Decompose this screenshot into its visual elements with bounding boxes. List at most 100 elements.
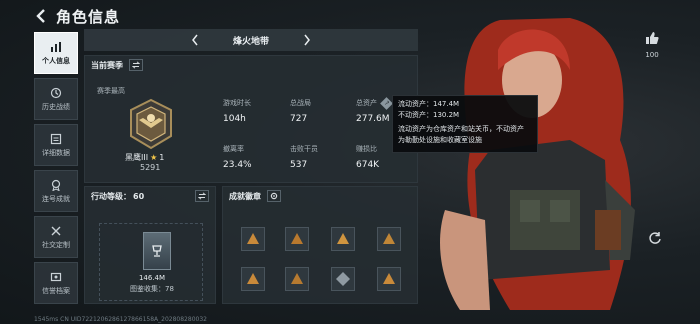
stat-label: 游戏时长: [223, 99, 251, 107]
badge-triangle-icon: [383, 273, 395, 284]
season-title: 当前赛季: [91, 60, 123, 70]
map-selector: 烽火地带: [84, 29, 418, 51]
page-title: 角色信息: [56, 7, 121, 26]
collection-box[interactable]: 146.4M 图鉴收集：78: [99, 223, 203, 301]
credit-icon: [50, 272, 62, 281]
stat-extract-rate: 撤离率 23.4%: [223, 144, 252, 170]
sidebar-item-personal-info[interactable]: 个人信息: [34, 32, 78, 74]
stat-play-time: 游戏时长 104h: [223, 98, 251, 124]
back-button[interactable]: [30, 5, 52, 27]
badge-6[interactable]: [285, 267, 309, 291]
sidebar-item-label: 历史战绩: [42, 102, 70, 111]
badge-triangle-icon: [247, 233, 259, 244]
rank-medal-icon: [130, 98, 172, 150]
tooltip-liquid-assets: 流动资产：147.4M: [398, 100, 460, 108]
rank-row: 黑鹰III ★ 1: [125, 152, 164, 163]
sidebar-item-label: 信誉档案: [42, 286, 70, 295]
badge-panel-header: 成就徽章: [223, 187, 417, 205]
achievement-icon: [51, 179, 61, 191]
badge-panel: 成就徽章: [222, 186, 418, 304]
collection-label: 图鉴收集：78: [100, 284, 204, 294]
swap-icon: [198, 192, 206, 200]
assets-tooltip: 流动资产：147.4M 不动资产：130.2M 流动资产为仓库资产和站关币，不动…: [392, 95, 538, 153]
rotate-model-button[interactable]: [648, 230, 662, 244]
action-switch-button[interactable]: [195, 190, 209, 202]
badge-8[interactable]: [377, 267, 401, 291]
gear-icon: [270, 192, 278, 200]
badge-triangle-icon: [383, 233, 395, 244]
badge-3[interactable]: [331, 227, 355, 251]
trophy-icon: [152, 245, 162, 257]
stat-label: 总战局: [290, 99, 311, 107]
badge-triangle-icon: [247, 273, 259, 284]
rank-score: 5291: [140, 163, 161, 172]
cabinet-icon: [143, 232, 171, 270]
action-level-value: 60: [133, 191, 145, 201]
stat-kills: 击败干员 537: [290, 144, 318, 170]
collection-value: 146.4M: [138, 274, 166, 282]
map-prev-button[interactable]: [190, 33, 200, 47]
map-name: 烽火地带: [232, 36, 269, 47]
sidebar-item-label: 社交定制: [42, 240, 70, 249]
badge-triangle-icon: [291, 233, 303, 244]
sidebar-item-credit[interactable]: 信誉档案: [34, 262, 78, 304]
thumbs-up-icon: [646, 32, 659, 44]
badge-triangle-icon: [291, 273, 303, 284]
badge-4[interactable]: [377, 227, 401, 251]
sidebar-item-detail[interactable]: 详细数据: [34, 124, 78, 166]
like-button[interactable]: 100: [642, 30, 662, 59]
season-panel: 当前赛季 赛季最高 黑鹰III ★ 1 5291 游戏时长 104h 总战局 7…: [84, 55, 418, 183]
tools-icon: [51, 226, 61, 235]
collection-label-text: 图鉴收集：: [130, 285, 166, 293]
rotate-icon: [649, 232, 661, 244]
sidebar-item-label: 个人信息: [42, 56, 70, 65]
sidebar-item-label: 连号成就: [42, 194, 70, 203]
badge-1[interactable]: [241, 227, 265, 251]
badge-triangle-icon: [337, 233, 349, 244]
tooltip-desc-2: 为勒勤处设施和收藏室设施: [398, 136, 482, 144]
chevron-right-icon: [304, 34, 310, 46]
sidebar-item-social[interactable]: 社交定制: [34, 216, 78, 258]
swap-icon: [132, 61, 140, 69]
history-icon: [50, 87, 62, 98]
character-portrait: [440, 18, 635, 310]
tooltip-desc-1: 流动资产为仓库资产和站关币，不动资产: [398, 125, 524, 133]
stat-label: 赚损比: [356, 145, 377, 153]
action-panel-header: 行动等级： 60: [85, 187, 215, 205]
header: 角色信息: [0, 0, 420, 32]
like-count: 100: [645, 51, 659, 59]
sidebar-item-label: 详细数据: [42, 148, 70, 157]
collection-count: 78: [165, 285, 174, 293]
sidebar-item-achievement[interactable]: 连号成就: [34, 170, 78, 212]
rank-stars: 1: [159, 153, 165, 162]
badge-diamond-icon: [336, 272, 350, 286]
badge-5[interactable]: [241, 267, 265, 291]
season-switch-button[interactable]: [129, 59, 143, 71]
star-icon: ★: [150, 153, 158, 162]
stat-label: 总资产 ?: [356, 97, 394, 110]
badge-settings-button[interactable]: [267, 190, 281, 202]
footer-uid: 1545ms CN UID7221206286127866158A_202808…: [34, 316, 207, 323]
stat-value: 727: [290, 114, 308, 124]
stat-total-matches: 总战局 727: [290, 98, 311, 124]
badge-title: 成就徽章: [229, 191, 261, 201]
stat-label-text: 总资产: [356, 99, 377, 107]
stat-value: 277.6M: [356, 114, 390, 124]
sidebar-item-history[interactable]: 历史战绩: [34, 78, 78, 120]
stat-value: 537: [290, 160, 308, 170]
action-level-panel: 行动等级： 60 146.4M 图鉴收集：78: [84, 186, 216, 304]
tooltip-fixed-assets: 不动资产：130.2M: [398, 111, 460, 119]
rank-name: 黑鹰III: [125, 153, 149, 162]
stat-total-assets: 总资产 ? 277.6M: [356, 97, 394, 124]
action-level-label: 行动等级：: [91, 191, 131, 201]
stat-label: 撤离率: [223, 145, 244, 153]
detail-icon: [50, 133, 62, 144]
badge-2[interactable]: [285, 227, 309, 251]
bar-chart-icon: [51, 41, 61, 52]
stat-profit-ratio: 赚损比 674K: [356, 144, 379, 170]
chevron-left-icon: [192, 34, 198, 46]
badge-7[interactable]: [331, 267, 355, 291]
stat-label: 击败干员: [290, 145, 318, 153]
stat-value: 674K: [356, 160, 380, 170]
map-next-button[interactable]: [302, 33, 312, 47]
